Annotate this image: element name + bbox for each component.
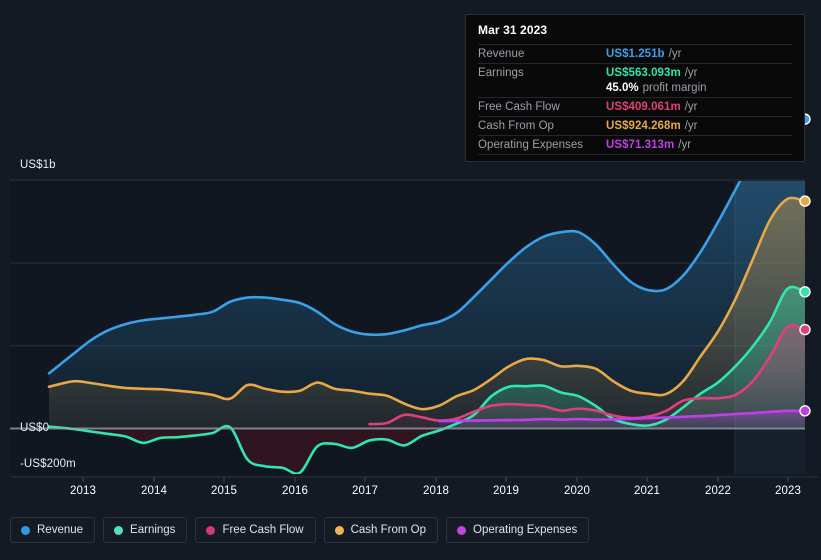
tooltip-row-value-wrap: US$563.093m/yr bbox=[606, 67, 698, 79]
x-axis-tick-label: 2017 bbox=[352, 485, 378, 497]
tooltip-row-value-wrap: US$924.268m/yr bbox=[606, 120, 698, 132]
y-axis-tick-label: -US$200m bbox=[20, 458, 76, 470]
tooltip-row-unit: /yr bbox=[684, 101, 698, 113]
chart-legend: Revenue Earnings Free Cash Flow Cash From O… bbox=[10, 517, 590, 543]
tooltip-row-value: 45.0% bbox=[606, 82, 639, 94]
legend-item-revenue[interactable]: Revenue bbox=[10, 517, 96, 543]
tooltip-row-unit: /yr bbox=[668, 48, 682, 60]
x-axis-tick-label: 2022 bbox=[705, 485, 731, 497]
y-axis-tick-label: US$0 bbox=[20, 422, 50, 434]
tooltip-row: Earnings US$563.093m/yr bbox=[478, 63, 792, 82]
tooltip-row: Free Cash Flow US$409.061m/yr bbox=[478, 97, 792, 116]
x-axis-tick-label: 2015 bbox=[211, 485, 237, 497]
tooltip-row: 45.0% profit margin bbox=[478, 82, 792, 97]
tooltip-row: Operating Expenses US$71.313m/yr bbox=[478, 135, 792, 154]
tooltip-row-value: US$563.093m bbox=[606, 67, 681, 79]
legend-item-label: Earnings bbox=[130, 524, 176, 536]
legend-color-dot-icon bbox=[206, 525, 216, 535]
tooltip-row: Revenue US$1.251b/yr bbox=[478, 44, 792, 63]
x-axis-tick-label: 2014 bbox=[141, 485, 167, 497]
tooltip-row-value-wrap: US$1.251b/yr bbox=[606, 48, 681, 60]
tooltip-row-label: Cash From Op bbox=[478, 120, 555, 132]
x-axis-tick-label: 2020 bbox=[564, 485, 590, 497]
chart-tooltip: Mar 31 2023 Revenue US$1.251b/yr Earnings U… bbox=[465, 14, 805, 162]
legend-item-label: Cash From Op bbox=[350, 524, 427, 536]
x-axis-tick-label: 2023 bbox=[775, 485, 801, 497]
legend-item-cash-from-op[interactable]: Cash From Op bbox=[323, 517, 439, 543]
tooltip-row-value-wrap: 45.0% profit margin bbox=[606, 82, 707, 94]
tooltip-row-label: Earnings bbox=[478, 67, 524, 79]
tooltip-row-unit: /yr bbox=[684, 120, 698, 132]
tooltip-row-label: Free Cash Flow bbox=[478, 101, 560, 113]
legend-item-earnings[interactable]: Earnings bbox=[103, 517, 188, 543]
legend-item-label: Operating Expenses bbox=[473, 524, 578, 536]
tooltip-row: Cash From Op US$924.268m/yr bbox=[478, 116, 792, 135]
tooltip-row-value: US$409.061m bbox=[606, 101, 681, 113]
tooltip-bottom-divider bbox=[478, 154, 792, 155]
legend-item-label: Revenue bbox=[37, 524, 84, 536]
x-axis-tick-label: 2016 bbox=[282, 485, 308, 497]
legend-color-dot-icon bbox=[114, 525, 124, 535]
tooltip-rows: Revenue US$1.251b/yr Earnings US$563.093m/y… bbox=[478, 44, 792, 155]
tooltip-date: Mar 31 2023 bbox=[478, 23, 548, 37]
tooltip-row-value: US$924.268m bbox=[606, 120, 681, 132]
x-axis-tick-label: 2021 bbox=[634, 485, 660, 497]
x-axis-tick-label: 2018 bbox=[423, 485, 449, 497]
tooltip-row-value-wrap: US$71.313m/yr bbox=[606, 139, 691, 151]
tooltip-row-unit: profit margin bbox=[642, 82, 707, 94]
tooltip-row-value: US$71.313m bbox=[606, 139, 675, 151]
legend-item-label: Free Cash Flow bbox=[222, 524, 304, 536]
x-axis-tick-label: 2013 bbox=[70, 485, 96, 497]
legend-item-operating-expenses[interactable]: Operating Expenses bbox=[446, 517, 590, 543]
x-axis-tick-label: 2019 bbox=[493, 485, 519, 497]
legend-color-dot-icon bbox=[334, 525, 344, 535]
tooltip-row-label: Revenue bbox=[478, 48, 525, 60]
tooltip-row-unit: /yr bbox=[678, 139, 692, 151]
tooltip-row-unit: /yr bbox=[684, 67, 698, 79]
tooltip-row-value-wrap: US$409.061m/yr bbox=[606, 101, 698, 113]
legend-item-free-cash-flow[interactable]: Free Cash Flow bbox=[195, 517, 316, 543]
y-axis-tick-label: US$1b bbox=[20, 159, 56, 171]
legend-color-dot-icon bbox=[457, 525, 467, 535]
legend-color-dot-icon bbox=[21, 525, 30, 535]
tooltip-row-value: US$1.251b bbox=[606, 48, 665, 60]
tooltip-row-label: Operating Expenses bbox=[478, 139, 584, 151]
